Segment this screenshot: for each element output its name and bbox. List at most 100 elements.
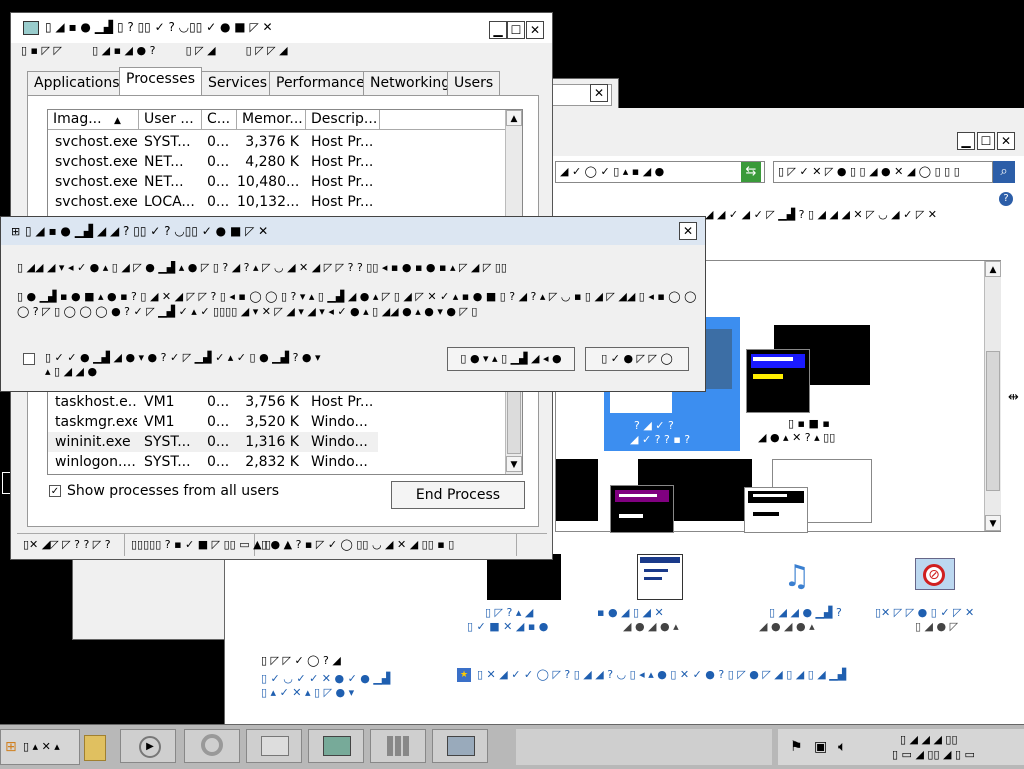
table-row[interactable]: svchost.exe LOCA... 0... 10,132... Host … xyxy=(48,192,506,212)
close-button[interactable]: ✕ xyxy=(526,21,544,39)
background-window-close-button[interactable]: ✕ xyxy=(590,84,608,102)
table-row[interactable]: taskmgr.exe VM1 0... 3,520 K Windo... xyxy=(48,412,506,432)
theme-label: ◢ ✓ ? ? ▪ ? xyxy=(630,433,691,446)
theme-hc-window xyxy=(746,349,810,413)
screen-saver-link[interactable]: ▯✕ ◸ ◸ ● ▯ ✓ ◸ ✕ xyxy=(875,606,974,619)
search-icon[interactable]: ⌕ xyxy=(993,161,1015,183)
tab-services[interactable]: Services xyxy=(201,71,275,95)
notification-area: ⚑ ▣ 🔈︎ ▯ ◢ ◢ ◢ ▯▯ ▯ ▭ ◢ ▯▯ ◢ ▯ ▭ xyxy=(778,729,1024,765)
see-also-link-2[interactable]: ▯ ▴ ✓ ✕ ▴ ▯ ◸ ● ▾ xyxy=(261,686,354,699)
col-description[interactable]: Descrip... xyxy=(306,110,380,130)
desktop-background-link[interactable]: ▯ ◸ ? ▴ ◢ xyxy=(485,606,533,619)
scroll-up-button[interactable]: ▲ xyxy=(506,110,522,126)
task-manager-titlebar[interactable]: ▯ ◢ ▪ ● ▁▟ ▯ ? ▯▯ ✓ ? ◡▯▯ ✓ ● ■ ◸ ✕ ▁ ☐ … xyxy=(11,13,552,43)
theme-gallery-scrollbar[interactable]: ▲ ▼ xyxy=(984,261,1001,531)
abandon-data-label: ▯ ✓ ✓ ● ▁▟ ◢ ● ▾ ● ? ✓ ◸ ▁▟ ✓ ▴ ✓ ▯ ● ▁▟… xyxy=(45,351,321,378)
control-panel-icon xyxy=(261,736,289,756)
cp-address-bar[interactable]: ◢ ✓ ◯ ✓ ▯ ▴ ▪ ◢ ● ▼ xyxy=(555,161,765,183)
shield-icon: ★ xyxy=(457,668,471,682)
monitor-icon xyxy=(323,736,351,756)
col-memory[interactable]: Memor... xyxy=(237,110,306,130)
col-cpu[interactable]: C... xyxy=(202,110,237,130)
taskmgr-taskbar-button[interactable] xyxy=(370,729,426,763)
task-manager-title: ▯ ◢ ▪ ● ▁▟ ▯ ? ▯▯ ✓ ? ◡▯▯ ✓ ● ■ ◸ ✕ xyxy=(45,20,273,34)
scroll-up-button[interactable]: ▲ xyxy=(985,261,1001,277)
theme-preview-white-window xyxy=(744,487,808,533)
clock-time[interactable]: ▯ ◢ ◢ ◢ ▯▯ xyxy=(900,733,958,746)
scroll-down-button[interactable]: ▼ xyxy=(506,456,522,472)
desktop-background-icon[interactable] xyxy=(487,554,561,600)
end-process-dialog: ⊞ ▯ ◢ ▪ ● ▁▟ ◢ ◢ ? ▯▯ ✓ ? ◡▯▯ ✓ ● ■ ◸ ✕ … xyxy=(0,216,706,392)
play-icon: ▶ xyxy=(139,736,161,758)
sounds-link[interactable]: ▯ ◢ ◢ ● ▁▟ ? xyxy=(769,606,842,619)
windows-logo-icon: ⊞ xyxy=(11,225,21,238)
scroll-down-button[interactable]: ▼ xyxy=(985,515,1001,531)
abandon-data-checkbox[interactable] xyxy=(23,353,35,365)
volume-icon[interactable]: 🔈︎ xyxy=(838,739,846,755)
dialog-close-button[interactable]: ✕ xyxy=(679,222,697,240)
window-color-link[interactable]: ▪ ● ◢ ▯ ◢ ✕ xyxy=(597,606,664,619)
dialog-titlebar[interactable]: ⊞ ▯ ◢ ▪ ● ▁▟ ◢ ◢ ? ▯▯ ✓ ? ◡▯▯ ✓ ● ■ ◸ ✕ … xyxy=(1,217,705,245)
network-icon[interactable]: ▣ xyxy=(814,739,827,755)
explorer-taskbar-icon[interactable] xyxy=(84,735,106,761)
table-row[interactable]: svchost.exe NET... 0... 4,280 K Host Pr.… xyxy=(48,152,506,172)
see-also-heading: ▯ ◸ ◸ ✓ ◯ ? ◢ xyxy=(261,654,341,667)
table-row[interactable]: svchost.exe SYST... 0... 3,376 K Host Pr… xyxy=(48,132,506,152)
chrome-taskbar-button[interactable] xyxy=(184,729,240,763)
menu-bar: ▯ ▪ ◸ ◸ ▯ ◢ ▪ ◢ ● ? ▯ ◸ ◢ ▯ ◸ ◸ ◢ xyxy=(21,43,314,61)
status-cpu: ▯▯▯▯▯ ? ▪ ✓ ■ ◸ ▯▯ ▭ ▲ ▯ xyxy=(125,534,271,556)
screen-saver-icon[interactable]: ⊘ xyxy=(911,554,957,600)
col-user-name[interactable]: User ... xyxy=(139,110,202,130)
cp-close-button[interactable]: ✕ xyxy=(997,132,1015,150)
table-row[interactable]: winlogon.... SYST... 0... 2,832 K Windo.… xyxy=(48,452,506,472)
control-panel-taskbar-button[interactable] xyxy=(246,729,302,763)
menu-help[interactable]: ▯ ◸ ◸ ◢ xyxy=(246,44,288,57)
media-player-taskbar-button[interactable]: ▶ xyxy=(120,729,176,763)
menu-view[interactable]: ▯ ◸ ◢ xyxy=(186,44,216,57)
windows-logo-icon: ⊞ xyxy=(5,739,17,755)
maximize-button[interactable]: ☐ xyxy=(507,21,525,39)
minimize-button[interactable]: ▁ xyxy=(489,21,507,39)
status-memory: ▯ ● ▲ ? ▪ ◸ ✓ ◯ ▯▯ ◡ ◢ ✕ ◢ ▯▯ ▪ ▯ xyxy=(255,534,517,556)
tab-performance[interactable]: Performance xyxy=(269,71,372,95)
end-process-button[interactable]: End Process xyxy=(391,481,525,509)
table-row[interactable]: wininit.exe SYST... 0... 1,316 K Windo..… xyxy=(48,432,378,452)
sounds-icon[interactable]: ♫ xyxy=(773,554,821,600)
sort-up-icon: ▲ xyxy=(114,116,121,126)
cp-minimize-button[interactable]: ▁ xyxy=(957,132,975,150)
tab-applications[interactable]: Applications xyxy=(27,71,127,95)
theme-label: ? ◢ ✓ ? xyxy=(634,419,674,432)
action-center-icon[interactable]: ⚑ xyxy=(790,739,803,755)
scroll-thumb[interactable] xyxy=(986,351,1000,491)
menu-file[interactable]: ▯ ▪ ◸ ◸ xyxy=(21,44,62,57)
tab-processes[interactable]: Processes xyxy=(119,67,203,95)
tab-users[interactable]: Users xyxy=(447,71,501,95)
clock-date[interactable]: ▯ ▭ ◢ ▯▯ ◢ ▯ ▭ xyxy=(892,748,975,761)
table-row[interactable]: taskhost.e... VM1 0... 3,756 K Host Pr..… xyxy=(48,392,506,412)
theme-high-contrast[interactable]: ▯ ▪ ■ ▪ ◢ ● ▴ ✕ ? ▴ ▯▯ xyxy=(746,317,878,451)
desktop-background-link-2[interactable]: ▯ ✓ ■ ✕ ◢ ▪ ● xyxy=(467,620,548,633)
table-row[interactable]: svchost.exe NET... 0... 10,480... Host P… xyxy=(48,172,506,192)
cp-maximize-button[interactable]: ☐ xyxy=(977,132,995,150)
tab-networking[interactable]: Networking xyxy=(363,71,458,95)
show-all-users-checkbox[interactable]: ✓ xyxy=(49,485,61,497)
see-also-link[interactable]: ▯ ✓ ◡ ✓ ✓ ✕ ● ✓ ● ▁▟ xyxy=(261,672,390,685)
screen-saver-sub: ▯ ◢ ● ◸ xyxy=(915,620,959,633)
help-icon[interactable]: ? xyxy=(999,192,1013,206)
troubleshoot-link[interactable]: ▯ ✕ ◢ ✓ ✓ ◯ ◸ ? ▯ ◢ ◢ ? ◡ ▯ ◂ ▴ ● ▯ ✕ ✓ … xyxy=(477,668,846,681)
taskbar-empty-region xyxy=(516,729,772,765)
window-color-icon[interactable] xyxy=(637,554,683,600)
theme-label: ◢ ● ▴ ✕ ? ▴ ▯▯ xyxy=(758,431,836,444)
taskbar: ⊞ ▯ ▴ ✕ ▴ ▶ ⚑ ▣ 🔈︎ ▯ ◢ ◢ ◢ ▯▯ ▯ ▭ ◢ ▯▯ ◢… xyxy=(0,724,1024,769)
col-image-name[interactable]: Imag... ▲ xyxy=(48,110,139,130)
start-button[interactable]: ⊞ ▯ ▴ ✕ ▴ xyxy=(0,729,80,765)
app-icon xyxy=(23,21,39,35)
menu-options[interactable]: ▯ ◢ ▪ ◢ ● ? xyxy=(92,44,155,57)
dialog-cancel-button[interactable]: ▯ ✓ ● ◸ ◸ ◯ xyxy=(585,347,689,371)
display-taskbar-button[interactable] xyxy=(308,729,364,763)
cp-search-input[interactable]: ▯ ◸ ✓ ✕ ◸ ● ▯ ▯ ◢ ● ✕ ◢ ◯ ▯ ▯ ▯ xyxy=(773,161,993,183)
dialog-end-process-button[interactable]: ▯ ● ▾ ▴ ▯ ▁▟ ◢ ◂ ● xyxy=(447,347,575,371)
dialog-title: ▯ ◢ ▪ ● ▁▟ ◢ ◢ ? ▯▯ ✓ ? ◡▯▯ ✓ ● ■ ◸ ✕ xyxy=(25,224,269,238)
refresh-icon[interactable]: ⇆ xyxy=(741,162,761,182)
remote-taskbar-button[interactable] xyxy=(432,729,488,763)
